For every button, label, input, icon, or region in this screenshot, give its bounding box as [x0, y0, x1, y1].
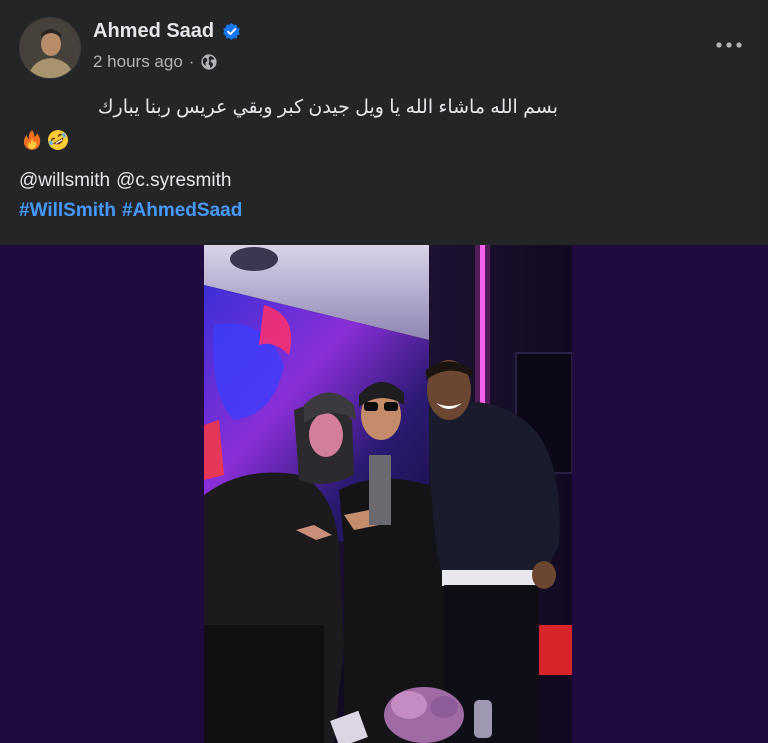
post-text: بسم الله ماشاء الله يا ويل جيدن كبر وبقي…: [97, 97, 558, 118]
globe-icon[interactable]: [200, 53, 218, 71]
emoji-row: [20, 128, 70, 152]
mention-link[interactable]: @willsmith: [19, 170, 110, 192]
rolling-laughing-icon: [46, 128, 70, 152]
meta-separator: ·: [188, 52, 195, 71]
avatar-portrait: [20, 18, 80, 78]
facebook-post: Ahmed Saad 2 hours ago · بسم الله ماشاء …: [0, 0, 768, 743]
post-photo-container[interactable]: [0, 245, 768, 743]
author-avatar[interactable]: [19, 17, 81, 79]
mentions-row: @willsmith @c.syresmith: [19, 170, 231, 192]
group-photo-illustration: [204, 245, 572, 743]
hashtags-row: #WillSmith #AhmedSaad: [19, 200, 242, 222]
hashtag-link[interactable]: #WillSmith: [19, 200, 116, 222]
post-header: Ahmed Saad 2 hours ago ·: [0, 0, 768, 88]
post-meta: 2 hours ago ·: [93, 52, 218, 72]
verified-badge-icon: [222, 22, 241, 41]
author-row: Ahmed Saad: [93, 20, 241, 43]
more-options-icon[interactable]: [712, 31, 746, 59]
author-name[interactable]: Ahmed Saad: [93, 20, 214, 43]
fire-icon: [20, 128, 44, 152]
post-timestamp[interactable]: 2 hours ago: [93, 52, 183, 72]
mention-link[interactable]: @c.syresmith: [116, 170, 231, 192]
hashtag-link[interactable]: #AhmedSaad: [122, 200, 242, 222]
post-photo[interactable]: [204, 245, 572, 743]
